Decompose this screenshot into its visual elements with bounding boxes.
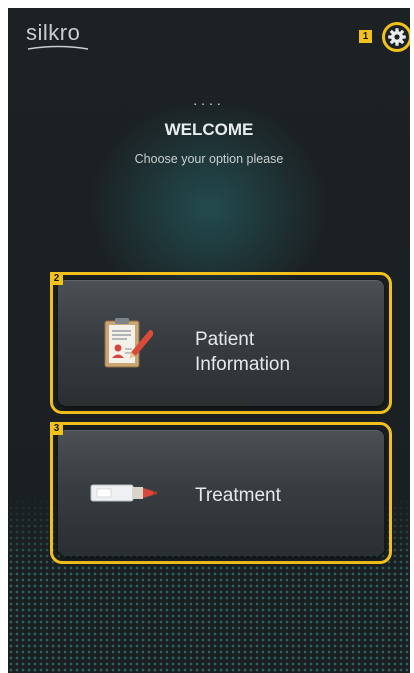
gear-icon (388, 28, 406, 46)
patient-information-label: Patient Information (195, 327, 290, 377)
welcome-subtitle: Choose your option please (134, 152, 284, 166)
treatment-card[interactable]: 3 Treatment (50, 422, 392, 564)
settings-button[interactable] (382, 22, 410, 52)
app-screen: silkro 1 .... WELCOME Choose your option… (8, 8, 410, 673)
patient-information-label-line1: Patient (195, 329, 255, 350)
welcome-dots: .... (193, 92, 225, 108)
app-logo: silkro (26, 20, 81, 45)
option-badge-3: 3 (50, 422, 63, 435)
patient-information-card[interactable]: 2 Patient Information (50, 272, 392, 414)
patient-information-label-line2: Information (195, 354, 291, 375)
welcome-title: WELCOME (164, 120, 254, 139)
option-badge-2: 2 (50, 272, 63, 285)
logo-swoosh-icon (27, 45, 89, 50)
settings-badge: 1 (359, 30, 372, 43)
syringe-icon (90, 484, 157, 502)
treatment-label: Treatment (195, 485, 281, 506)
clipboard-icon (104, 318, 153, 368)
